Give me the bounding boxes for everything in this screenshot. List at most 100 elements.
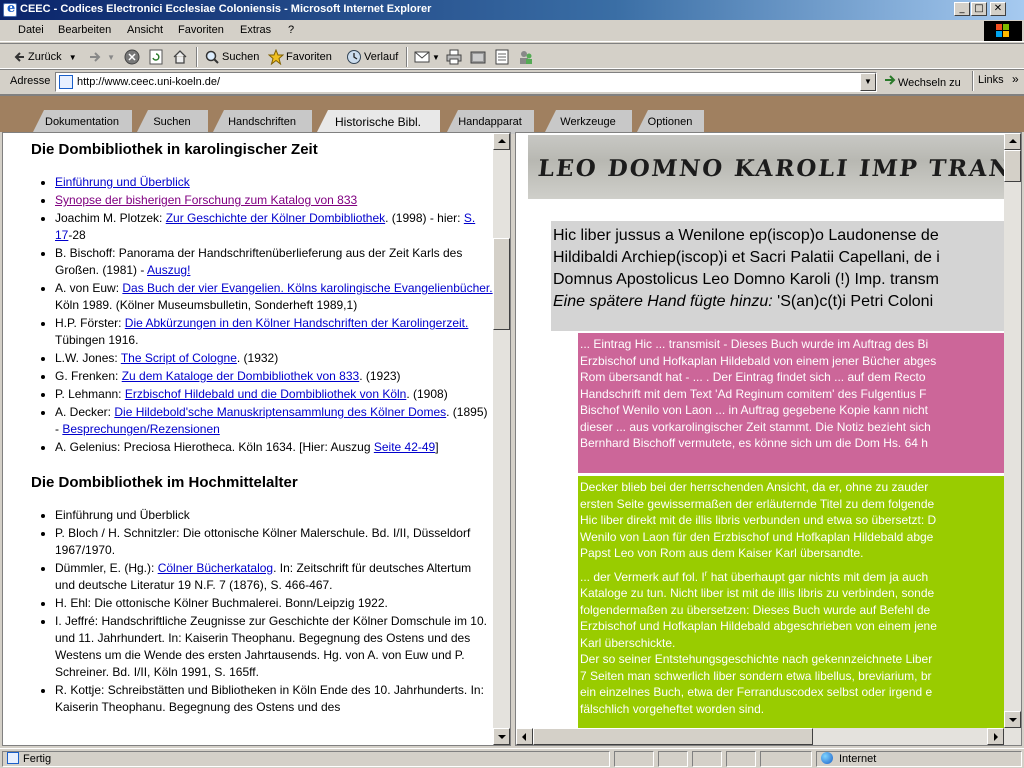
- back-arrow-icon: [14, 49, 26, 65]
- scroll-thumb[interactable]: [533, 728, 813, 745]
- close-button[interactable]: ✕: [990, 2, 1006, 16]
- chevron-down-icon[interactable]: ▼: [69, 53, 77, 62]
- chevron-down-icon[interactable]: ▼: [107, 53, 115, 62]
- menu-extras[interactable]: Extras: [240, 24, 271, 36]
- right-frame: ~ ~ ~ ~ ~ ~ ~ ~ ~ ~ LEO DOMNO KAROLI IMP…: [515, 132, 1022, 746]
- scroll-right-button[interactable]: [987, 728, 1004, 745]
- right-vertical-scrollbar[interactable]: [1004, 133, 1021, 728]
- list-item: L.W. Jones: The Script of Cologne. (1932…: [55, 350, 493, 367]
- list-item: Synopse der bisherigen Forschung zum Kat…: [55, 192, 493, 209]
- scroll-down-button[interactable]: [493, 728, 510, 745]
- minimize-button[interactable]: _: [954, 2, 970, 16]
- edit-button[interactable]: [470, 48, 488, 66]
- tab-handapparat[interactable]: Handapparat: [446, 110, 534, 134]
- bibliography-list: Die Dombibliothek in karolingischer Zeit…: [3, 133, 493, 717]
- go-button[interactable]: Wechseln zu: [884, 74, 961, 89]
- menu-ansicht[interactable]: Ansicht: [127, 24, 163, 36]
- search-icon: [204, 49, 220, 65]
- home-icon: [172, 49, 188, 65]
- scroll-down-button[interactable]: [1004, 711, 1021, 728]
- scroll-thumb[interactable]: [493, 238, 510, 330]
- status-bar: Fertig Internet: [0, 748, 1024, 768]
- history-button[interactable]: Verlauf: [346, 48, 398, 66]
- link[interactable]: Die Hildebold'sche Manuskriptensammlung …: [114, 405, 446, 419]
- link[interactable]: Zur Geschichte der Kölner Dombibliothek: [166, 211, 385, 225]
- document-icon: [494, 49, 510, 65]
- search-button[interactable]: Suchen: [204, 48, 259, 66]
- mail-icon: [414, 49, 430, 65]
- discuss-button[interactable]: [494, 48, 512, 66]
- refresh-button[interactable]: [148, 48, 166, 66]
- page-icon: [59, 75, 73, 89]
- link[interactable]: Cölner Bücherkatalog: [158, 561, 273, 575]
- menu-favoriten[interactable]: Favoriten: [178, 24, 224, 36]
- title-bar: CEEC - Codices Electronici Ecclesiae Col…: [0, 0, 1024, 20]
- commentary-box-green: Decker blieb bei der herrschenden Ansich…: [578, 476, 1021, 731]
- back-button[interactable]: Zurück ▼: [14, 48, 77, 66]
- mail-button[interactable]: ▼: [414, 48, 440, 66]
- site-tab-bar: Dokumentation Suchen Handschriften Histo…: [0, 94, 1024, 134]
- link[interactable]: Besprechungen/Rezensionen: [62, 422, 219, 436]
- tab-werkzeuge[interactable]: Werkzeuge: [544, 110, 632, 134]
- tab-dokumentation[interactable]: Dokumentation: [32, 110, 132, 134]
- link[interactable]: Zu dem Kataloge der Dombibliothek von 83…: [122, 369, 359, 383]
- printer-icon: [446, 49, 462, 65]
- stop-button[interactable]: [124, 48, 142, 66]
- window-title: CEEC - Codices Electronici Ecclesiae Col…: [20, 3, 432, 15]
- address-url[interactable]: http://www.ceec.uni-koeln.de/: [77, 76, 220, 88]
- ie-app-icon[interactable]: [3, 1, 17, 17]
- address-dropdown-button[interactable]: ▼: [860, 73, 876, 91]
- list-item: G. Frenken: Zu dem Kataloge der Dombibli…: [55, 368, 493, 385]
- tab-suchen[interactable]: Suchen: [136, 110, 208, 134]
- address-input[interactable]: http://www.ceec.uni-koeln.de/ ▼: [55, 72, 877, 92]
- link[interactable]: Die Abkürzungen in den Kölner Handschrif…: [125, 316, 469, 330]
- left-vertical-scrollbar[interactable]: [493, 133, 510, 745]
- link[interactable]: Auszug!: [147, 263, 190, 277]
- tab-historische-bibl[interactable]: Historische Bibl.: [316, 110, 440, 134]
- menu-datei[interactable]: Datei: [18, 24, 44, 36]
- scroll-up-button[interactable]: [1004, 133, 1021, 150]
- chevron-down-icon[interactable]: ▼: [432, 53, 440, 62]
- refresh-icon: [148, 49, 164, 65]
- toolbar: Zurück ▼ ▼ Suchen Favoriten Verlauf ▼: [0, 43, 1024, 69]
- tab-handschriften[interactable]: Handschriften: [212, 110, 312, 134]
- link[interactable]: Seite 42-49: [374, 440, 435, 454]
- link[interactable]: Einführung und Überblick: [55, 175, 190, 189]
- home-button[interactable]: [172, 48, 190, 66]
- chevron-right-icon[interactable]: »: [1012, 72, 1019, 86]
- forward-button[interactable]: ▼: [88, 48, 115, 66]
- address-label: Adresse: [10, 75, 51, 87]
- latin-line: Hildibaldi Archiep(iscop)i et Sacri Pala…: [553, 249, 940, 266]
- favorites-button[interactable]: Favoriten: [267, 48, 332, 66]
- history-label: Verlauf: [364, 51, 399, 63]
- list-item: I. Jeffré: Handschriftliche Zeugnisse zu…: [55, 613, 493, 681]
- menu-bearbeiten[interactable]: Bearbeiten: [58, 24, 111, 36]
- go-arrow-icon: [884, 74, 898, 89]
- link[interactable]: The Script of Cologne: [121, 351, 237, 365]
- commentary-box-pink: ... Eintrag Hic ... transmisit - Dieses …: [578, 333, 1021, 473]
- toolbar-separator: [972, 71, 974, 91]
- status-zone-cell: Internet: [816, 751, 1022, 767]
- print-button[interactable]: [446, 48, 464, 66]
- latin-inscription-box: Hic liber jussus a Wenilone ep(iscop)o L…: [551, 221, 1021, 331]
- carolingian-list: Einführung und Überblick Synopse der bis…: [31, 174, 493, 456]
- right-horizontal-scrollbar[interactable]: [516, 728, 1021, 745]
- tab-optionen[interactable]: Optionen: [636, 110, 704, 134]
- status-cell: [760, 751, 812, 767]
- scroll-thumb[interactable]: [1004, 150, 1021, 182]
- list-item: Einführung und Überblick: [55, 174, 493, 191]
- messenger-button[interactable]: [518, 48, 536, 66]
- links-button[interactable]: Links: [978, 74, 1004, 86]
- menu-help[interactable]: ?: [288, 24, 294, 36]
- scroll-left-button[interactable]: [516, 728, 533, 745]
- link[interactable]: Erzbischof Hildebald und die Dombiblioth…: [125, 387, 407, 401]
- link[interactable]: Das Buch der vier Evangelien. Kölns karo…: [122, 281, 492, 295]
- manuscript-script: LEO DOMNO KAROLI IMP TRANS: [536, 155, 1006, 182]
- section-title: Die Dombibliothek in karolingischer Zeit: [31, 141, 318, 158]
- maximize-button[interactable]: □: [971, 2, 987, 16]
- link[interactable]: Synopse der bisherigen Forschung zum Kat…: [55, 193, 357, 207]
- scroll-up-button[interactable]: [493, 133, 510, 150]
- list-item: R. Kottje: Schreibstätten und Bibliothek…: [55, 682, 493, 716]
- list-item: H.P. Förster: Die Abkürzungen in den Köl…: [55, 315, 493, 349]
- globe-icon: [821, 752, 833, 764]
